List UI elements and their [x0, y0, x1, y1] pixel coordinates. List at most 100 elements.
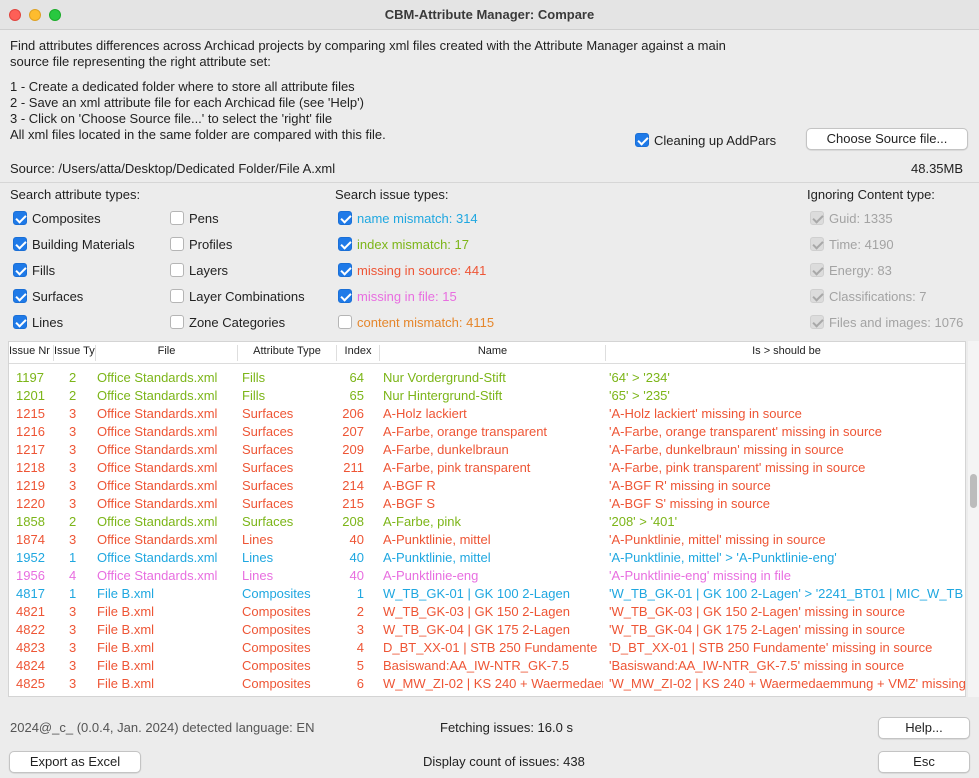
table-row[interactable]: 1197 2 Office Standards.xml Fills 64 Nur Vord… — [9, 369, 965, 387]
table-row[interactable]: 1219 3 Office Standards.xml Surfaces 214 A-BG… — [9, 477, 965, 495]
table-row[interactable]: 1218 3 Office Standards.xml Surfaces 211 A-Fa… — [9, 459, 965, 477]
cell-file: Office Standards.xml — [97, 532, 218, 547]
intro-line-1: Find attributes differences across Archi… — [10, 38, 726, 53]
cell-nr: 1952 — [16, 550, 45, 565]
table-row[interactable]: 1220 3 Office Standards.xml Surfaces 215 A-BG… — [9, 495, 965, 513]
cell-nr: 1956 — [16, 568, 45, 583]
cell-index: 207 — [342, 424, 364, 439]
checkbox-icon — [810, 211, 824, 225]
col-header-issue-type[interactable]: Issue Ty — [54, 345, 95, 357]
col-header-attribute-type[interactable]: Attribute Type — [238, 345, 336, 357]
cell-index: 40 — [349, 568, 364, 583]
table-row[interactable]: 1201 2 Office Standards.xml Fills 65 Nur Hint… — [9, 387, 965, 405]
esc-button[interactable]: Esc — [878, 751, 970, 773]
col-header-index[interactable]: Index — [337, 345, 379, 357]
table-scrollbar[interactable] — [968, 341, 979, 697]
cell-type: 3 — [69, 622, 77, 637]
attr-type-composites[interactable]: Composites — [13, 211, 101, 226]
table-row[interactable]: 1952 1 Office Standards.xml Lines 40 A-Punktl… — [9, 549, 965, 567]
cleaning-addpars-checkbox[interactable]: Cleaning up AddPars — [635, 133, 776, 148]
attr-types-heading: Search attribute types: — [10, 187, 141, 202]
cell-file: Office Standards.xml — [97, 514, 218, 529]
scrollbar-thumb[interactable] — [970, 474, 977, 508]
cell-desc: 'A-Holz lackiert' missing in source — [609, 406, 802, 421]
attr-type-zone-categories[interactable]: Zone Categories — [170, 315, 285, 330]
issue-type-checkbox[interactable]: missing in source: 441 — [338, 263, 486, 278]
cell-name: A-Farbe, pink — [383, 514, 462, 529]
cell-index: 3 — [356, 622, 364, 637]
cell-type: 1 — [69, 550, 77, 565]
table-row[interactable]: 4821 3 File B.xml Composites 2 W_TB_GK-03 | G… — [9, 603, 965, 621]
cell-file: File B.xml — [97, 640, 155, 655]
col-header-file[interactable]: File — [96, 345, 237, 357]
attr-type-layer-combinations[interactable]: Layer Combinations — [170, 289, 305, 304]
issues-table[interactable]: Issue Nr Issue Ty File Attribute Type In… — [8, 341, 966, 697]
cell-desc: '65' > '235' — [609, 388, 670, 403]
intro-step-4: All xml files located in the same folder… — [10, 127, 386, 142]
table-row[interactable]: 4817 1 File B.xml Composites 1 W_TB_GK-01 | G… — [9, 585, 965, 603]
attr-type-pens[interactable]: Pens — [170, 211, 219, 226]
choose-source-button[interactable]: Choose Source file... — [806, 128, 968, 150]
checkbox-icon — [810, 237, 824, 251]
checkbox-icon — [338, 315, 352, 329]
table-row[interactable]: 4822 3 File B.xml Composites 3 W_TB_GK-04 | G… — [9, 621, 965, 639]
col-header-is-should-be[interactable]: Is > should be — [606, 345, 965, 357]
table-row[interactable]: 1216 3 Office Standards.xml Surfaces 207 A-Fa… — [9, 423, 965, 441]
help-button[interactable]: Help... — [878, 717, 970, 739]
col-header-name[interactable]: Name — [380, 345, 605, 357]
checkbox-icon — [13, 263, 27, 277]
cell-attr: Lines — [242, 532, 274, 547]
cell-nr: 1218 — [16, 460, 45, 475]
attr-type-fills[interactable]: Fills — [13, 263, 55, 278]
attr-type-profiles-label: Profiles — [189, 237, 233, 252]
cell-attr: Composites — [242, 604, 311, 619]
cell-name: A-Punktlinie, mittel — [383, 550, 491, 565]
cell-name: A-BGF S — [383, 496, 436, 511]
attr-type-lines-label: Lines — [32, 315, 64, 330]
issue-type-checkbox-label: index mismatch: 17 — [357, 237, 469, 252]
issue-type-checkbox[interactable]: index mismatch: 17 — [338, 237, 469, 252]
table-row[interactable]: 4824 3 File B.xml Composites 5 Basiswand:AA_I… — [9, 657, 965, 675]
cell-nr: 1220 — [16, 496, 45, 511]
col-header-issue-nr[interactable]: Issue Nr — [9, 345, 53, 357]
issue-type-checkbox-label: missing in file: 15 — [357, 289, 457, 304]
intro-step-3: 3 - Click on 'Choose Source file...' to … — [10, 111, 333, 126]
cell-file: File B.xml — [97, 586, 155, 601]
intro-text: Find attributes differences across Archi… — [10, 38, 726, 143]
table-row[interactable]: 1215 3 Office Standards.xml Surfaces 206 A-Ho… — [9, 405, 965, 423]
issue-type-checkbox[interactable]: content mismatch: 4115 — [338, 315, 494, 330]
table-row[interactable]: 4825 3 File B.xml Composites 6 W_MW_ZI-02 | K… — [9, 675, 965, 693]
checkbox-icon — [170, 263, 184, 277]
table-row[interactable]: 1874 3 Office Standards.xml Lines 40 A-Punktl… — [9, 531, 965, 549]
cell-type: 3 — [69, 424, 77, 439]
export-excel-button[interactable]: Export as Excel — [9, 751, 141, 773]
attr-type-surfaces[interactable]: Surfaces — [13, 289, 83, 304]
attr-type-building-materials[interactable]: Building Materials — [13, 237, 135, 252]
issue-type-checkbox-label: content mismatch: 4115 — [357, 315, 495, 330]
issue-type-checkbox[interactable]: name mismatch: 314 — [338, 211, 478, 226]
source-size: 48.35MB — [911, 161, 964, 176]
cell-name: W_TB_GK-03 | GK 150 2-Lagen — [383, 604, 570, 619]
issue-type-checkbox[interactable]: missing in file: 15 — [338, 289, 457, 304]
display-count: Display count of issues: 438 — [423, 754, 585, 769]
issue-type-checkbox-label: missing in source: 441 — [357, 263, 487, 278]
ignoring-content-checkbox: Files and images: 1076 — [810, 315, 963, 330]
table-row[interactable]: 4823 3 File B.xml Composites 4 D_BT_XX-01 | S… — [9, 639, 965, 657]
table-row[interactable]: 1956 4 Office Standards.xml Lines 40 A-Punktl… — [9, 567, 965, 585]
table-row[interactable]: 1217 3 Office Standards.xml Surfaces 209 A-Fa… — [9, 441, 965, 459]
cell-nr: 1197 — [16, 370, 44, 385]
attr-type-layers[interactable]: Layers — [170, 263, 228, 278]
cell-name: A-BGF R — [383, 478, 436, 493]
cell-name: D_BT_XX-01 | STB 250 Fundamente — [383, 640, 598, 655]
cell-type: 3 — [69, 478, 77, 493]
cell-file: Office Standards.xml — [97, 568, 218, 583]
table-row[interactable]: 1858 2 Office Standards.xml Surfaces 208 A-Fa… — [9, 513, 965, 531]
cell-file: File B.xml — [97, 676, 155, 691]
cell-desc: 'A-Farbe, pink transparent' missing in s… — [609, 460, 866, 475]
cell-index: 211 — [343, 460, 364, 475]
attr-type-lines[interactable]: Lines — [13, 315, 63, 330]
checkbox-icon — [170, 315, 184, 329]
cell-type: 3 — [69, 640, 77, 655]
cell-index: 40 — [349, 532, 364, 547]
attr-type-profiles[interactable]: Profiles — [170, 237, 232, 252]
